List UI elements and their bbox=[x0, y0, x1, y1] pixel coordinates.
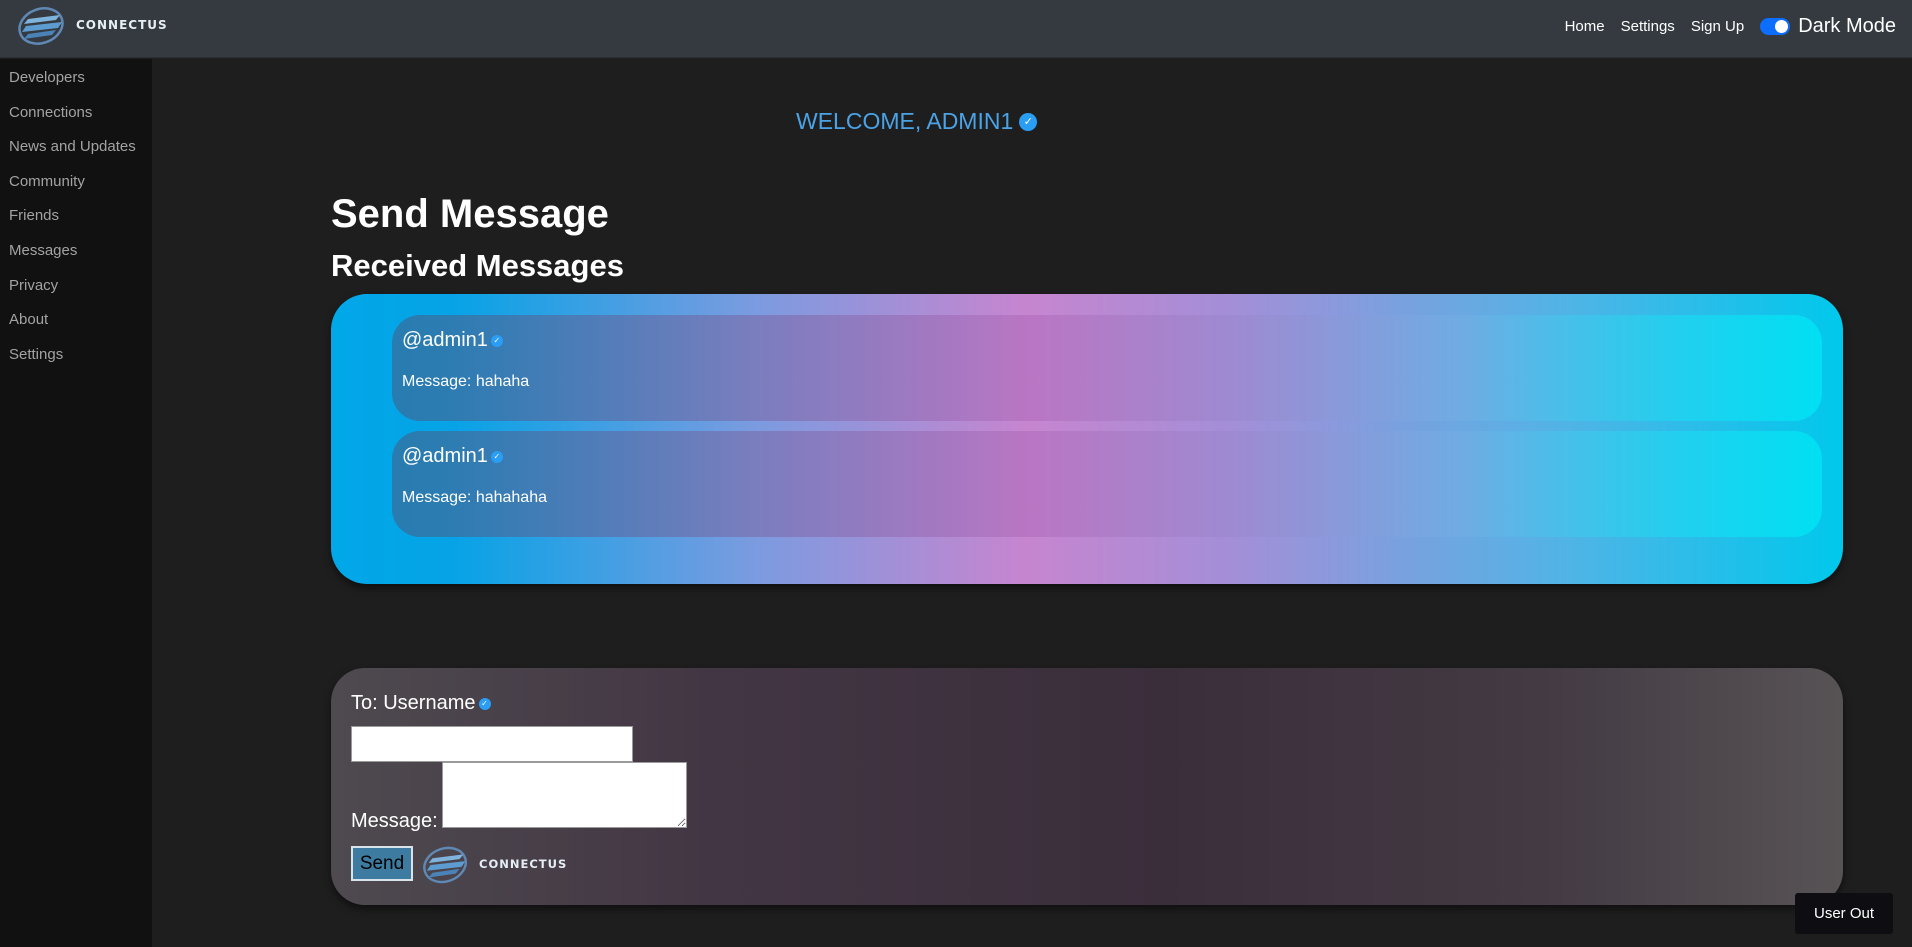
send-message-form: To: Username Message: Send CONNECTUS bbox=[331, 668, 1843, 905]
connectus-logo-icon bbox=[18, 7, 64, 45]
user-out-button[interactable]: User Out bbox=[1795, 893, 1893, 934]
received-messages-panel: @admin1 Message: hahaha @admin1 Message:… bbox=[331, 294, 1843, 584]
sidebar-item-messages[interactable]: Messages bbox=[0, 234, 152, 269]
verified-badge-icon bbox=[1019, 112, 1038, 131]
message-username: @admin1 bbox=[402, 329, 488, 351]
connectus-logo-icon bbox=[423, 846, 468, 884]
to-username-label-text: To: Username bbox=[351, 692, 476, 714]
sidebar-item-developers[interactable]: Developers bbox=[0, 61, 152, 96]
recipient-username-input[interactable] bbox=[351, 726, 633, 762]
brand-name: CONNECTUS bbox=[479, 857, 568, 871]
nav-signup-link[interactable]: Sign Up bbox=[1691, 18, 1744, 35]
nav-settings-link[interactable]: Settings bbox=[1621, 18, 1675, 35]
brand-name: CONNECTUS bbox=[76, 18, 168, 32]
sidebar-item-about[interactable]: About bbox=[0, 303, 152, 338]
welcome-banner: WELCOME, ADMIN1 bbox=[796, 108, 1038, 135]
message-card: @admin1 Message: hahahaha bbox=[392, 431, 1822, 537]
message-username: @admin1 bbox=[402, 445, 488, 467]
message-textarea[interactable] bbox=[442, 762, 687, 828]
nav-links: Home Settings Sign Up Dark Mode bbox=[1549, 12, 1896, 40]
message-sender: @admin1 bbox=[402, 445, 503, 468]
welcome-text: WELCOME, ADMIN1 bbox=[796, 108, 1014, 134]
sidebar-item-news-and-updates[interactable]: News and Updates bbox=[0, 130, 152, 165]
top-navbar: CONNECTUS Home Settings Sign Up Dark Mod… bbox=[0, 0, 1912, 58]
verified-badge-icon bbox=[490, 450, 503, 463]
sidebar-item-friends[interactable]: Friends bbox=[0, 199, 152, 234]
toggle-knob bbox=[1775, 19, 1789, 33]
sidebar-item-privacy[interactable]: Privacy bbox=[0, 269, 152, 304]
dark-mode-toggle[interactable] bbox=[1760, 17, 1791, 35]
sidebar: Developers Connections News and Updates … bbox=[0, 59, 152, 947]
verified-badge-icon bbox=[478, 697, 491, 710]
message-label: Message: bbox=[351, 810, 438, 832]
send-button[interactable]: Send bbox=[351, 846, 413, 881]
sidebar-item-settings[interactable]: Settings bbox=[0, 338, 152, 373]
sidebar-item-connections[interactable]: Connections bbox=[0, 96, 152, 131]
message-body: Message: hahahaha bbox=[402, 489, 547, 506]
verified-badge-icon bbox=[490, 334, 503, 347]
sidebar-item-community[interactable]: Community bbox=[0, 165, 152, 200]
dark-mode-label: Dark Mode bbox=[1798, 14, 1896, 37]
send-message-heading: Send Message bbox=[331, 192, 609, 236]
brand-logo[interactable]: CONNECTUS bbox=[14, 5, 168, 45]
received-messages-heading: Received Messages bbox=[331, 248, 624, 283]
nav-home-link[interactable]: Home bbox=[1565, 18, 1605, 35]
message-body: Message: hahaha bbox=[402, 373, 530, 390]
form-brand-logo: CONNECTUS bbox=[419, 844, 567, 884]
message-card: @admin1 Message: hahaha bbox=[392, 315, 1822, 421]
to-username-label: To: Username bbox=[351, 692, 491, 715]
message-sender: @admin1 bbox=[402, 329, 503, 352]
